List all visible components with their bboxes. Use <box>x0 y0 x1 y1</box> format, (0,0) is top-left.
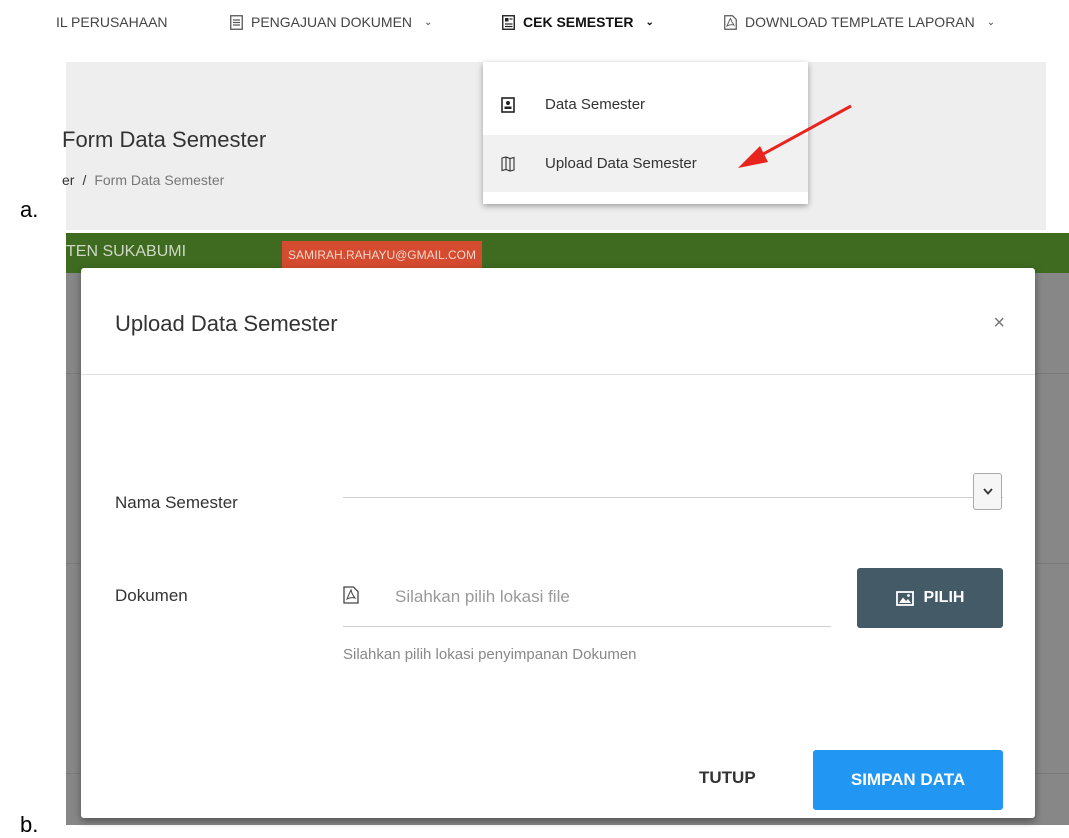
image-icon <box>895 590 914 606</box>
location-text: TEN SUKABUMI <box>66 243 187 260</box>
panel-label-a: a. <box>20 197 39 222</box>
chevron-down-icon: ⌄ <box>986 16 996 28</box>
app-header-bar: TEN SUKABUMI SAMIRAH.RAHAYU@GMAIL.COM <box>66 233 1069 273</box>
document-icon <box>230 14 243 30</box>
breadcrumb: er / Form Data Semester <box>62 172 224 188</box>
nama-semester-label: Nama Semester <box>115 493 238 512</box>
pilih-button[interactable]: PILIH <box>857 568 1003 628</box>
chevron-down-icon: ⌄ <box>645 16 654 28</box>
select-dropdown-button[interactable] <box>973 473 1002 510</box>
map-icon <box>501 155 515 172</box>
user-email-badge: SAMIRAH.RAHAYU@GMAIL.COM <box>282 241 482 269</box>
file-path-input[interactable]: Silahkan pilih lokasi file <box>395 587 570 607</box>
panel-a: IL PERUSAHAAN PENGAJUAN DOKUMEN ⌄ CEK SE… <box>0 0 1069 232</box>
upload-data-semester-modal: Upload Data Semester × Nama Semester Dok… <box>81 268 1035 818</box>
breadcrumb-current: Form Data Semester <box>94 172 225 188</box>
nav-download-template[interactable]: DOWNLOAD TEMPLATE LAPORAN ⌄ <box>724 14 995 30</box>
annotation-arrow <box>738 104 852 168</box>
top-navigation: IL PERUSAHAAN PENGAJUAN DOKUMEN ⌄ CEK SE… <box>56 0 1069 48</box>
nav-label: IL PERUSAHAAN <box>56 14 168 30</box>
modal-divider <box>81 374 1035 375</box>
breadcrumb-separator: / <box>82 172 87 188</box>
close-icon[interactable]: × <box>993 312 1005 335</box>
nav-label: DOWNLOAD TEMPLATE LAPORAN <box>745 14 975 30</box>
id-card-icon <box>502 14 515 30</box>
nav-pengajuan-dokumen[interactable]: PENGAJUAN DOKUMEN ⌄ <box>230 14 432 30</box>
page-title: Form Data Semester <box>62 127 267 152</box>
nama-semester-select[interactable] <box>343 497 1003 498</box>
menu-item-label: Upload Data Semester <box>545 155 697 172</box>
nav-label: PENGAJUAN DOKUMEN <box>251 14 413 30</box>
pilih-label: PILIH <box>923 589 965 606</box>
tutup-button[interactable]: TUTUP <box>699 768 756 788</box>
pdf-icon <box>724 14 737 30</box>
file-input-underline <box>343 626 831 627</box>
file-help-text: Silahkan pilih lokasi penyimpanan Dokume… <box>343 646 637 663</box>
contact-icon <box>501 96 515 113</box>
chevron-down-icon: ⌄ <box>424 16 433 28</box>
simpan-data-button[interactable]: SIMPAN DATA <box>813 750 1003 810</box>
panel-b: TEN SUKABUMI SAMIRAH.RAHAYU@GMAIL.COM Up… <box>0 233 1069 825</box>
panel-label-b: b. <box>20 812 39 837</box>
pdf-icon <box>343 586 359 604</box>
modal-title: Upload Data Semester <box>115 311 338 336</box>
nav-cek-semester[interactable]: CEK SEMESTER ⌄ <box>502 14 654 30</box>
nav-label: CEK SEMESTER <box>523 14 634 30</box>
menu-item-label: Data Semester <box>545 96 646 113</box>
breadcrumb-parent[interactable]: er <box>62 172 74 188</box>
nav-profil-perusahaan[interactable]: IL PERUSAHAAN <box>56 14 168 30</box>
chevron-down-icon <box>982 488 993 495</box>
dokumen-label: Dokumen <box>115 586 188 605</box>
